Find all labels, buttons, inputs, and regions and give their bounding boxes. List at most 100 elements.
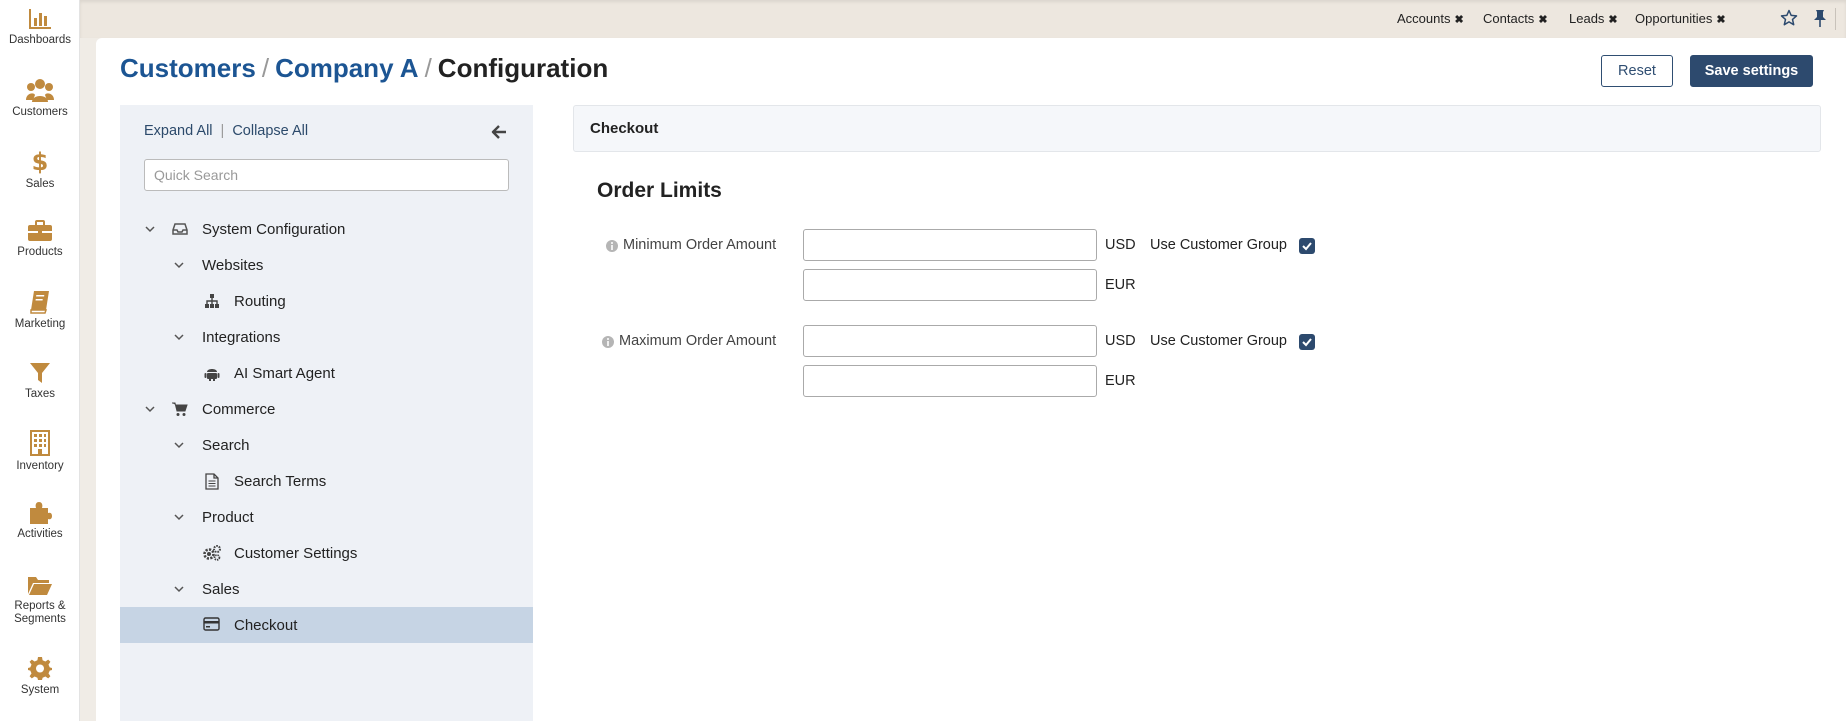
favorite-star-icon[interactable]	[1780, 9, 1798, 32]
puzzle-icon	[30, 502, 52, 524]
nav-label: Marketing	[14, 318, 66, 330]
close-icon[interactable]: ✖	[1538, 14, 1547, 26]
nav-item-taxes[interactable]: Taxes	[0, 362, 80, 401]
svg-text:$: $	[32, 148, 48, 174]
chevron-down-icon[interactable]	[173, 260, 185, 270]
breadcrumb-separator: /	[261, 53, 270, 83]
tree-node-websites[interactable]: Websites	[120, 247, 533, 283]
use-customer-group-label: Use Customer Group	[1150, 333, 1287, 349]
shortcut-accounts[interactable]: Accounts ✖	[1397, 11, 1464, 26]
chevron-down-icon[interactable]	[173, 332, 185, 342]
breadcrumb-company-a[interactable]: Company A	[275, 53, 419, 83]
funnel-icon	[30, 363, 50, 383]
tree-node-system-configuration[interactable]: System Configuration	[120, 211, 533, 247]
checkmark-icon	[1302, 338, 1312, 347]
shortcut-label: Accounts	[1397, 11, 1451, 26]
breadcrumb-separator: /	[424, 53, 432, 83]
tree-node-label: Commerce	[202, 401, 276, 418]
dashboards-icon	[29, 9, 51, 29]
nav-item-customers[interactable]: Customers	[0, 78, 80, 119]
tree-node-label: Websites	[202, 257, 264, 274]
tree-node-label: Customer Settings	[234, 545, 358, 562]
nav-label: Segments	[14, 613, 66, 625]
building-icon	[30, 430, 50, 456]
tree-node-customer-settings[interactable]: Customer Settings	[120, 535, 533, 571]
quick-search-input[interactable]	[144, 159, 509, 191]
close-icon[interactable]: ✖	[1608, 14, 1617, 26]
tree-node-routing[interactable]: Routing	[120, 283, 533, 319]
min-order-eur-input[interactable]	[803, 269, 1097, 301]
close-icon[interactable]: ✖	[1716, 14, 1725, 26]
nav-item-reports-segments[interactable]: Reports & Segments	[0, 574, 80, 626]
nav-label: Products	[17, 246, 63, 258]
tree-node-label: AI Smart Agent	[234, 365, 335, 382]
nav-label: Reports &	[14, 600, 66, 612]
min-order-usd-input[interactable]	[803, 229, 1097, 261]
shortcut-label: Opportunities	[1635, 11, 1713, 26]
max-order-usd-input[interactable]	[803, 325, 1097, 357]
link-separator: |	[220, 123, 225, 139]
collapse-all-link[interactable]: Collapse All	[232, 123, 308, 139]
minimum-order-amount-label: Minimum Order Amount	[623, 237, 777, 253]
reset-button[interactable]: Reset	[1601, 55, 1673, 87]
tree-node-ai-smart-agent[interactable]: AI Smart Agent	[120, 355, 533, 391]
max-use-customer-group-checkbox[interactable]	[1299, 334, 1315, 350]
chevron-down-icon[interactable]	[173, 584, 185, 594]
tree-node-label: Sales	[202, 581, 240, 598]
nav-label: Inventory	[16, 460, 64, 472]
info-icon[interactable]	[601, 335, 615, 349]
tree-node-checkout[interactable]: Checkout	[120, 607, 533, 643]
tree-node-commerce[interactable]: Commerce	[120, 391, 533, 427]
maximum-order-amount-label: Maximum Order Amount	[619, 333, 777, 349]
shortcut-leads[interactable]: Leads ✖	[1569, 11, 1618, 26]
nav-item-sales[interactable]: $ Sales	[0, 148, 80, 191]
dollar-icon: $	[32, 148, 48, 174]
nav-item-dashboards[interactable]: Dashboards	[0, 8, 80, 47]
currency-eur-label: EUR	[1105, 277, 1136, 293]
save-settings-button[interactable]: Save settings	[1690, 55, 1813, 87]
pin-icon[interactable]	[1812, 9, 1828, 32]
nav-item-inventory[interactable]: Inventory	[0, 430, 80, 473]
min-use-customer-group-checkbox[interactable]	[1299, 238, 1315, 254]
shortcut-opportunities[interactable]: Opportunities ✖	[1635, 11, 1726, 26]
collapse-sidebar-arrow-icon[interactable]	[491, 124, 507, 145]
inbox-icon	[172, 223, 188, 235]
breadcrumb-customers[interactable]: Customers	[120, 53, 256, 83]
section-header: Checkout	[573, 105, 1821, 152]
book-icon	[30, 291, 49, 314]
info-icon[interactable]	[605, 239, 619, 253]
tree-node-product[interactable]: Product	[120, 499, 533, 535]
nav-item-marketing[interactable]: Marketing	[0, 290, 80, 331]
android-icon	[204, 369, 220, 381]
chevron-down-icon[interactable]	[144, 404, 156, 414]
shortcut-label: Leads	[1569, 11, 1605, 26]
expand-all-link[interactable]: Expand All	[144, 123, 213, 139]
tree-node-search-terms[interactable]: Search Terms	[120, 463, 533, 499]
gears-icon	[203, 545, 221, 561]
nav-label: Dashboards	[8, 34, 71, 46]
tree-node-integrations[interactable]: Integrations	[120, 319, 533, 355]
tree-node-label: Search	[202, 437, 250, 454]
sitemap-icon	[205, 294, 219, 308]
tree-node-label: Routing	[234, 293, 286, 310]
credit-card-icon	[203, 617, 220, 631]
nav-item-products[interactable]: Products	[0, 220, 80, 259]
chevron-down-icon[interactable]	[173, 440, 185, 450]
tree-node-label: System Configuration	[202, 221, 346, 238]
cart-icon	[172, 402, 188, 416]
shortcut-contacts[interactable]: Contacts ✖	[1483, 11, 1548, 26]
folder-icon	[28, 577, 52, 595]
max-order-eur-input[interactable]	[803, 365, 1097, 397]
nav-item-activities[interactable]: Activities	[0, 500, 80, 541]
nav-item-system[interactable]: System	[0, 656, 80, 697]
chevron-down-icon[interactable]	[144, 224, 156, 234]
close-icon[interactable]: ✖	[1454, 14, 1463, 26]
tree-node-search[interactable]: Search	[120, 427, 533, 463]
nav-label: Sales	[25, 178, 55, 190]
nav-label: Activities	[17, 528, 63, 540]
main-panel: Customers / Company A / Configuration Reset …	[96, 38, 1846, 721]
chevron-down-icon[interactable]	[173, 512, 185, 522]
gear-icon	[28, 657, 52, 680]
tree-node-sales[interactable]: Sales	[120, 571, 533, 607]
toolbar-divider	[1835, 8, 1836, 30]
